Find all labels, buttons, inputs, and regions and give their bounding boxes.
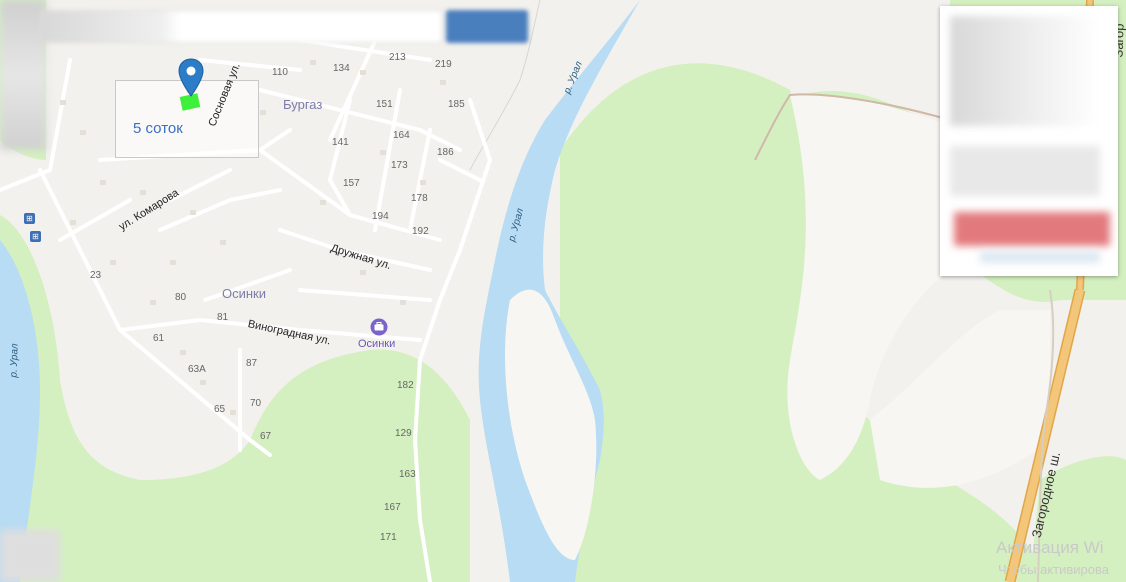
bus-stop-icon[interactable]: ⊞ <box>24 213 35 224</box>
watermark-line1: Активация Wi <box>996 538 1104 557</box>
house-number: 151 <box>376 99 393 110</box>
house-number: 171 <box>380 532 397 543</box>
settlement-label: Бургаз <box>283 97 323 112</box>
house-number: 178 <box>411 193 428 204</box>
house-number: 141 <box>332 137 349 148</box>
house-number: 134 <box>333 63 350 74</box>
house-number: 110 <box>272 67 288 78</box>
house-number: 129 <box>395 428 412 439</box>
house-number: 157 <box>343 178 360 189</box>
house-number: 70 <box>250 398 262 409</box>
house-number: 87 <box>246 358 258 369</box>
house-number: 173 <box>391 160 408 171</box>
search-button[interactable] <box>446 10 528 43</box>
house-number: 194 <box>372 211 389 222</box>
house-number: 23 <box>90 270 102 281</box>
house-number: 65 <box>214 404 226 415</box>
house-number: 219 <box>435 59 452 70</box>
house-number: 163 <box>399 469 416 480</box>
info-panel[interactable] <box>940 6 1118 276</box>
bus-stop-icon[interactable]: ⊞ <box>30 231 41 242</box>
poi-label: Осинки <box>358 338 396 350</box>
settlement-label: Осинки <box>222 286 267 301</box>
house-number: 167 <box>384 502 401 513</box>
briefcase-icon[interactable] <box>370 318 388 336</box>
house-number: 63А <box>188 364 206 375</box>
blurred-content <box>950 146 1100 196</box>
house-number: 185 <box>448 99 465 110</box>
house-number: 81 <box>217 312 229 323</box>
map-pin-icon[interactable] <box>178 58 204 98</box>
watermark-line2: Чтобы активирова <box>998 562 1110 577</box>
blurred-content <box>980 251 1100 263</box>
blurred-content <box>950 16 1100 126</box>
house-number: 164 <box>393 130 410 141</box>
house-number: 182 <box>397 380 414 391</box>
house-number: 192 <box>412 226 429 237</box>
plot-label: 5 соток <box>133 120 183 137</box>
blurred-action-button[interactable] <box>954 212 1110 246</box>
house-number: 67 <box>260 431 272 442</box>
river-label: р. Урал <box>8 343 21 378</box>
house-number: 186 <box>437 147 454 158</box>
blurred-panel-bottom-left <box>0 530 60 582</box>
search-input[interactable] <box>40 10 442 43</box>
house-number: 213 <box>389 52 406 63</box>
house-number: 80 <box>175 292 187 303</box>
house-number: 61 <box>153 333 165 344</box>
